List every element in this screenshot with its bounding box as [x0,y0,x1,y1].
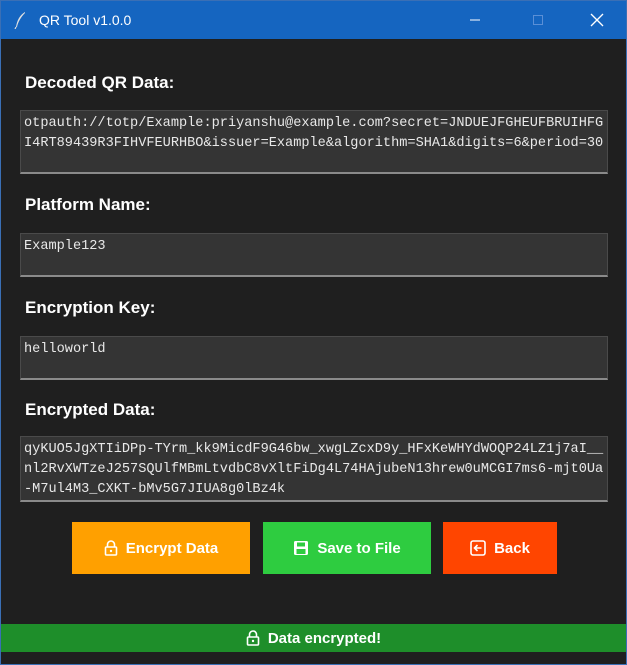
lock-icon [246,630,260,646]
status-text: Data encrypted! [267,629,382,647]
close-button[interactable] [574,1,620,39]
encrypted-data-label: Encrypted Data: [25,400,156,419]
save-to-file-button[interactable]: Save to File [263,522,431,574]
back-button[interactable]: Back [443,522,557,574]
window-title: QR Tool v1.0.0 [39,12,132,28]
title-bar[interactable]: QR Tool v1.0.0 [1,1,626,39]
platform-name-input[interactable]: Example123 [20,233,608,277]
encrypt-data-button[interactable]: Encrypt Data [72,522,250,574]
floppy-disk-icon [294,541,309,555]
encrypt-data-label: Encrypt Data [125,539,219,557]
minimize-icon [470,19,480,21]
encrypted-data-textbox[interactable]: qyKUO5JgXTIiDPp-TYrm_kk9MicdF9G46bw_xwgL… [20,436,608,502]
back-label: Back [494,539,530,557]
lock-icon [104,540,118,556]
feather-icon [13,11,29,30]
minimize-button[interactable] [452,1,498,39]
app-window: QR Tool v1.0.0 Decoded QR Data: otpauth:… [0,0,627,665]
maximize-icon [533,15,543,25]
encryption-key-input[interactable]: helloworld [20,336,608,380]
close-icon [590,13,604,27]
decoded-data-label: Decoded QR Data: [25,73,175,92]
status-bar: Data encrypted! [1,624,626,652]
save-to-file-label: Save to File [317,539,401,557]
maximize-button[interactable] [515,1,561,39]
back-arrow-icon [470,540,486,556]
platform-name-label: Platform Name: [25,195,151,214]
decoded-data-textbox[interactable]: otpauth://totp/Example:priyanshu@example… [20,110,608,174]
encryption-key-label: Encryption Key: [25,298,156,317]
